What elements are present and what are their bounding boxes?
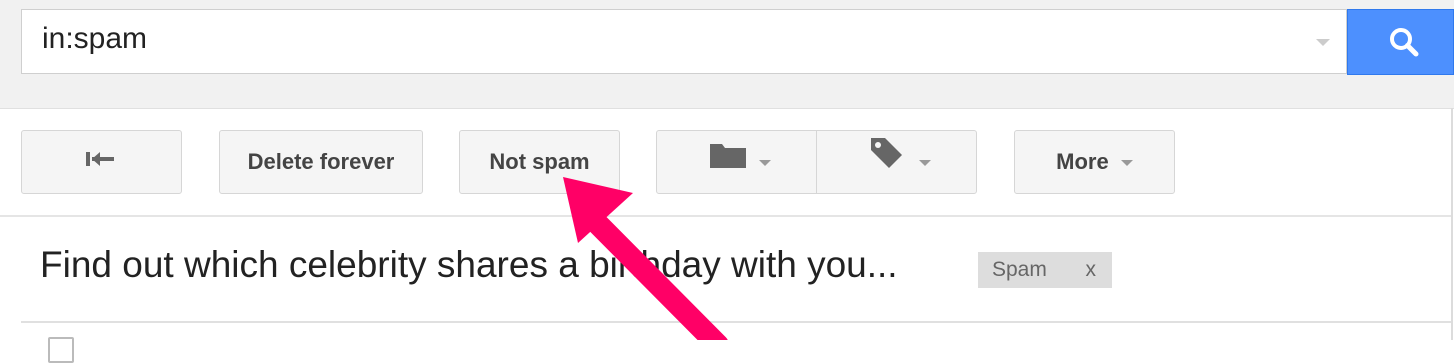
right-edge-divider [1451, 108, 1453, 340]
search-input[interactable]: in:spam [21, 9, 1347, 74]
search-button[interactable] [1347, 9, 1454, 75]
move-to-button[interactable] [656, 130, 817, 194]
chevron-down-icon [919, 131, 931, 193]
remove-label-button[interactable]: x [1086, 252, 1097, 288]
chevron-down-icon [759, 131, 771, 193]
folder-icon [709, 131, 747, 193]
delete-forever-button[interactable]: Delete forever [219, 130, 423, 194]
search-icon [1390, 28, 1419, 57]
message-subject: Find out which celebrity shares a birthd… [40, 244, 898, 285]
search-query-text: in:spam [42, 22, 148, 55]
search-options-caret-icon[interactable] [1316, 39, 1330, 46]
message-row-divider [21, 321, 1451, 323]
back-arrow-icon [84, 131, 118, 193]
toolbar-divider [0, 215, 1451, 217]
row-checkbox[interactable] [48, 337, 74, 363]
tag-icon [869, 131, 905, 193]
spam-label-text: Spam [992, 258, 1047, 281]
labels-button[interactable] [816, 130, 977, 194]
chevron-down-icon [1120, 149, 1133, 174]
not-spam-button[interactable]: Not spam [459, 130, 620, 194]
more-button-label: More [1056, 149, 1109, 174]
more-button[interactable]: More [1014, 130, 1175, 194]
spam-label-chip[interactable]: Spam x [978, 252, 1112, 288]
back-button[interactable] [21, 130, 182, 194]
